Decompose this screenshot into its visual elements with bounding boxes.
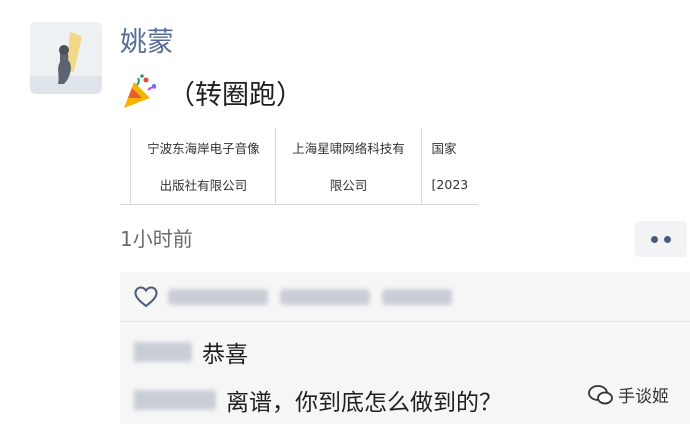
more-dot-icon — [664, 235, 671, 243]
party-popper-icon — [124, 74, 157, 108]
table-cell — [120, 128, 131, 166]
wechat-bubble-icon — [588, 384, 613, 404]
post-timestamp: 1小时前 — [120, 227, 193, 251]
heart-icon — [134, 285, 158, 307]
table-cell: 国家 — [420, 128, 478, 166]
more-options-button[interactable] — [635, 221, 687, 257]
table-cell: 限公司 — [275, 166, 422, 205]
table-cell: 上海星啸网络科技有 — [275, 128, 422, 166]
post-text: （转圈跑） — [168, 79, 303, 111]
comment-text: 恭喜 — [202, 342, 248, 368]
comment-text: 离谱，你到底怎么做到的？ — [226, 390, 502, 416]
author-avatar[interactable] — [30, 22, 102, 94]
table-cell: 出版社有限公司 — [130, 166, 276, 205]
table-row: 宁波东海岸电子音像 上海星啸网络科技有 国家 — [120, 128, 478, 166]
post-author-name[interactable]: 姚蒙 — [120, 26, 174, 60]
more-dot-icon — [651, 235, 658, 243]
avatar-image — [30, 22, 102, 94]
commenter-name-blurred[interactable] — [134, 342, 192, 362]
table-row: 出版社有限公司 限公司 [2023 — [120, 166, 478, 205]
liker-name-blurred[interactable] — [280, 288, 370, 305]
likes-row — [120, 272, 690, 322]
comment-item[interactable]: 离谱，你到底怎么做到的？ — [134, 383, 502, 417]
post-image[interactable]: 宁波东海岸电子音像 上海星啸网络科技有 国家 出版社有限公司 限公司 [2023 — [120, 128, 478, 206]
commenter-name-blurred[interactable] — [134, 390, 216, 410]
table-cell: 宁波东海岸电子音像 — [130, 128, 276, 166]
comment-item[interactable]: 恭喜 — [134, 335, 248, 369]
media-table: 宁波东海岸电子音像 上海星啸网络科技有 国家 出版社有限公司 限公司 [2023 — [120, 128, 478, 205]
watermark-text: 手谈姬 — [618, 387, 669, 407]
liker-name-blurred[interactable] — [168, 288, 268, 305]
table-cell: [2023 — [420, 166, 478, 205]
table-cell — [120, 166, 131, 205]
post-content: （转圈跑） — [120, 72, 303, 112]
liker-name-blurred[interactable] — [382, 288, 452, 305]
watermark: 手谈姬 — [588, 382, 669, 407]
